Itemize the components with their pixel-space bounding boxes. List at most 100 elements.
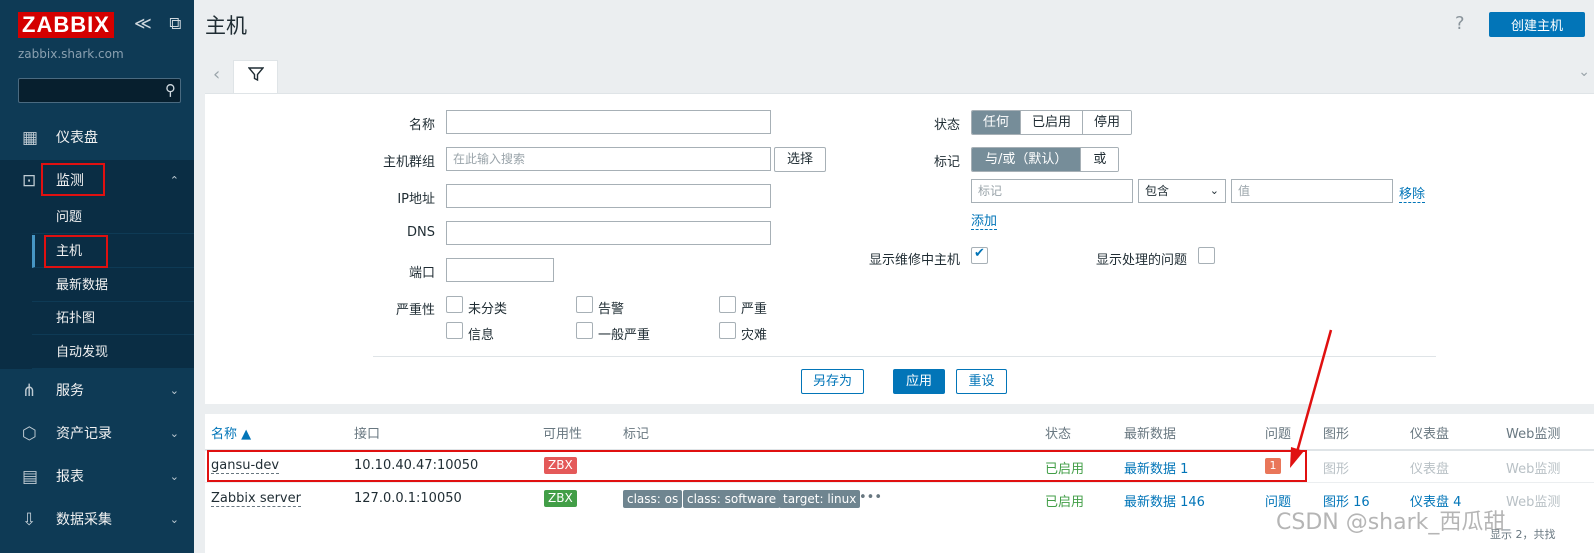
severity-disaster-checkbox[interactable]: [719, 322, 736, 339]
tag-chip[interactable]: class: software: [683, 490, 781, 508]
severity-warning-checkbox[interactable]: [576, 296, 593, 313]
filter-panel: 名称 主机群组 在此输入搜索 选择 IP地址 DNS 端口 严重性 未分类 告警…: [205, 93, 1594, 404]
hostgroups-input[interactable]: 在此输入搜索: [446, 147, 771, 171]
sidebar-item-reports[interactable]: ▤ 报表 ⌄: [0, 456, 194, 498]
maintenance-checkbox[interactable]: [971, 246, 988, 264]
sidebar-search-input[interactable]: ⚲: [18, 78, 181, 103]
sidebar-item-label: 数据采集: [56, 512, 112, 528]
availability-badge[interactable]: ZBX: [544, 490, 577, 507]
status-enabled-option[interactable]: 已启用: [1020, 111, 1083, 134]
problem-count-badge[interactable]: 1: [1265, 458, 1281, 474]
sidebar-subitem-hosts[interactable]: 主机: [32, 235, 194, 268]
col-header-name[interactable]: 名称 ▲: [211, 423, 251, 442]
web-link: Web监测: [1506, 462, 1561, 477]
status-any-option[interactable]: 任何: [972, 111, 1021, 134]
filter-tabs: ‹ ⌄: [205, 60, 1594, 94]
sidebar-subitem-discovery[interactable]: 自动发现: [32, 336, 194, 369]
sidebar-item-services[interactable]: ⋔ 服务 ⌄: [0, 370, 194, 412]
page-header: 主机 ? 创建主机: [194, 0, 1594, 52]
services-tree-icon: ⋔: [22, 381, 37, 401]
col-header-availability: 可用性: [543, 427, 583, 442]
severity-disaster-label: 灾难: [741, 328, 768, 343]
collapse-sidebar-icon[interactable]: ≪ ⧉: [134, 14, 187, 34]
graphs-link: 图形: [1323, 462, 1350, 477]
severity-average-checkbox[interactable]: [576, 322, 593, 339]
severity-high-label: 严重: [741, 302, 768, 317]
tags-and-or-option[interactable]: 与/或（默认）: [972, 148, 1081, 171]
chevron-down-icon[interactable]: ⌄: [1578, 64, 1590, 80]
severity-label: 严重性: [395, 303, 435, 318]
severity-not-classified-label: 未分类: [468, 302, 508, 317]
col-header-problems: 问题: [1265, 427, 1292, 442]
tag-add-link[interactable]: 添加: [971, 210, 998, 230]
chevron-up-icon: ⌃: [169, 174, 179, 187]
sidebar-subitem-problems[interactable]: 问题: [32, 201, 194, 234]
sidebar: ZABBIX ≪ ⧉ zabbix.shark.com ⚲ ▦ 仪表盘 ⊡ 监测…: [0, 0, 194, 553]
suppressed-problems-label: 显示处理的问题: [1095, 253, 1187, 268]
host-name-link[interactable]: Zabbix server: [211, 491, 301, 507]
filter-funnel-icon: [246, 67, 265, 86]
sidebar-item-dashboard[interactable]: ▦ 仪表盘: [0, 117, 194, 159]
sidebar-subitem-latest-data[interactable]: 最新数据: [32, 269, 194, 302]
tags-or-option[interactable]: 或: [1080, 148, 1119, 171]
sidebar-subitem-maps[interactable]: 拓扑图: [32, 302, 194, 335]
save-as-button[interactable]: 另存为: [801, 369, 864, 394]
monitoring-submenu: 问题 主机 最新数据 拓扑图 自动发现: [0, 201, 194, 369]
col-header-status[interactable]: 状态: [1045, 423, 1071, 442]
latest-data-link[interactable]: 最新数据 146: [1124, 491, 1205, 510]
help-icon[interactable]: ?: [1455, 13, 1465, 34]
severity-warning-label: 告警: [598, 302, 625, 317]
table-header-divider: [205, 449, 1594, 451]
tag-remove-link[interactable]: 移除: [1399, 183, 1426, 203]
more-tags-icon[interactable]: •••: [859, 490, 882, 505]
tag-chip[interactable]: class: os: [623, 490, 683, 508]
status-label: 状态: [933, 118, 960, 133]
chevron-left-icon[interactable]: ‹: [213, 64, 220, 85]
dns-input[interactable]: [446, 221, 771, 245]
apply-button[interactable]: 应用: [893, 369, 945, 394]
create-host-button[interactable]: 创建主机: [1489, 12, 1585, 37]
tags-operator-control[interactable]: 与/或（默认） 或: [971, 147, 1120, 172]
port-input[interactable]: [446, 258, 554, 282]
host-status[interactable]: 已启用: [1045, 491, 1084, 510]
availability-badge[interactable]: ZBX: [544, 457, 577, 474]
dns-label: DNS: [407, 225, 435, 240]
suppressed-problems-checkbox[interactable]: [1198, 247, 1215, 264]
sidebar-item-label: 监测: [56, 173, 84, 189]
col-header-latest: 最新数据: [1124, 427, 1177, 442]
search-icon[interactable]: ⚲: [165, 81, 176, 99]
watermark-text: CSDN @shark_西瓜甜: [1276, 510, 1506, 535]
status-segmented-control[interactable]: 任何 已启用 停用: [971, 110, 1133, 135]
sidebar-item-inventory[interactable]: ⬡ 资产记录 ⌄: [0, 413, 194, 455]
tag-value-input[interactable]: 值: [1231, 179, 1393, 203]
filter-tab[interactable]: [233, 60, 278, 94]
host-name-link[interactable]: gansu-dev: [211, 458, 280, 474]
sidebar-item-data-collection[interactable]: ⇩ 数据采集 ⌄: [0, 499, 194, 541]
col-header-tags: 标记: [623, 427, 650, 442]
col-header-web: Web监测: [1506, 427, 1561, 442]
dashboard-grid-icon: ▦: [22, 128, 39, 148]
tag-chip[interactable]: target: linux: [779, 490, 861, 508]
col-header-interface[interactable]: 接口: [354, 423, 380, 442]
page-title: 主机: [205, 14, 247, 38]
latest-data-link[interactable]: 最新数据 1: [1124, 458, 1188, 477]
server-name: zabbix.shark.com: [18, 47, 124, 61]
select-hostgroups-button[interactable]: 选择: [774, 147, 826, 172]
reset-button[interactable]: 重设: [956, 369, 1007, 394]
ip-input[interactable]: [446, 184, 771, 208]
name-input[interactable]: [446, 110, 771, 134]
filter-divider: [373, 356, 1436, 357]
status-disabled-option[interactable]: 停用: [1082, 111, 1132, 134]
zabbix-logo[interactable]: ZABBIX: [18, 12, 114, 38]
severity-high-checkbox[interactable]: [719, 296, 736, 313]
severity-information-checkbox[interactable]: [446, 322, 463, 339]
dashboards-link: 仪表盘: [1410, 462, 1450, 477]
maintenance-label: 显示维修中主机: [868, 253, 960, 268]
sidebar-item-monitoring[interactable]: ⊡ 监测 ⌃: [0, 160, 194, 202]
severity-not-classified-checkbox[interactable]: [446, 296, 463, 313]
tag-name-input[interactable]: 标记: [971, 179, 1133, 203]
host-interface: 10.10.40.47:10050: [354, 458, 479, 473]
tag-operator-select[interactable]: 包含 ⌄: [1138, 179, 1226, 203]
inventory-box-icon: ⬡: [22, 424, 37, 444]
host-status[interactable]: 已启用: [1045, 458, 1084, 477]
